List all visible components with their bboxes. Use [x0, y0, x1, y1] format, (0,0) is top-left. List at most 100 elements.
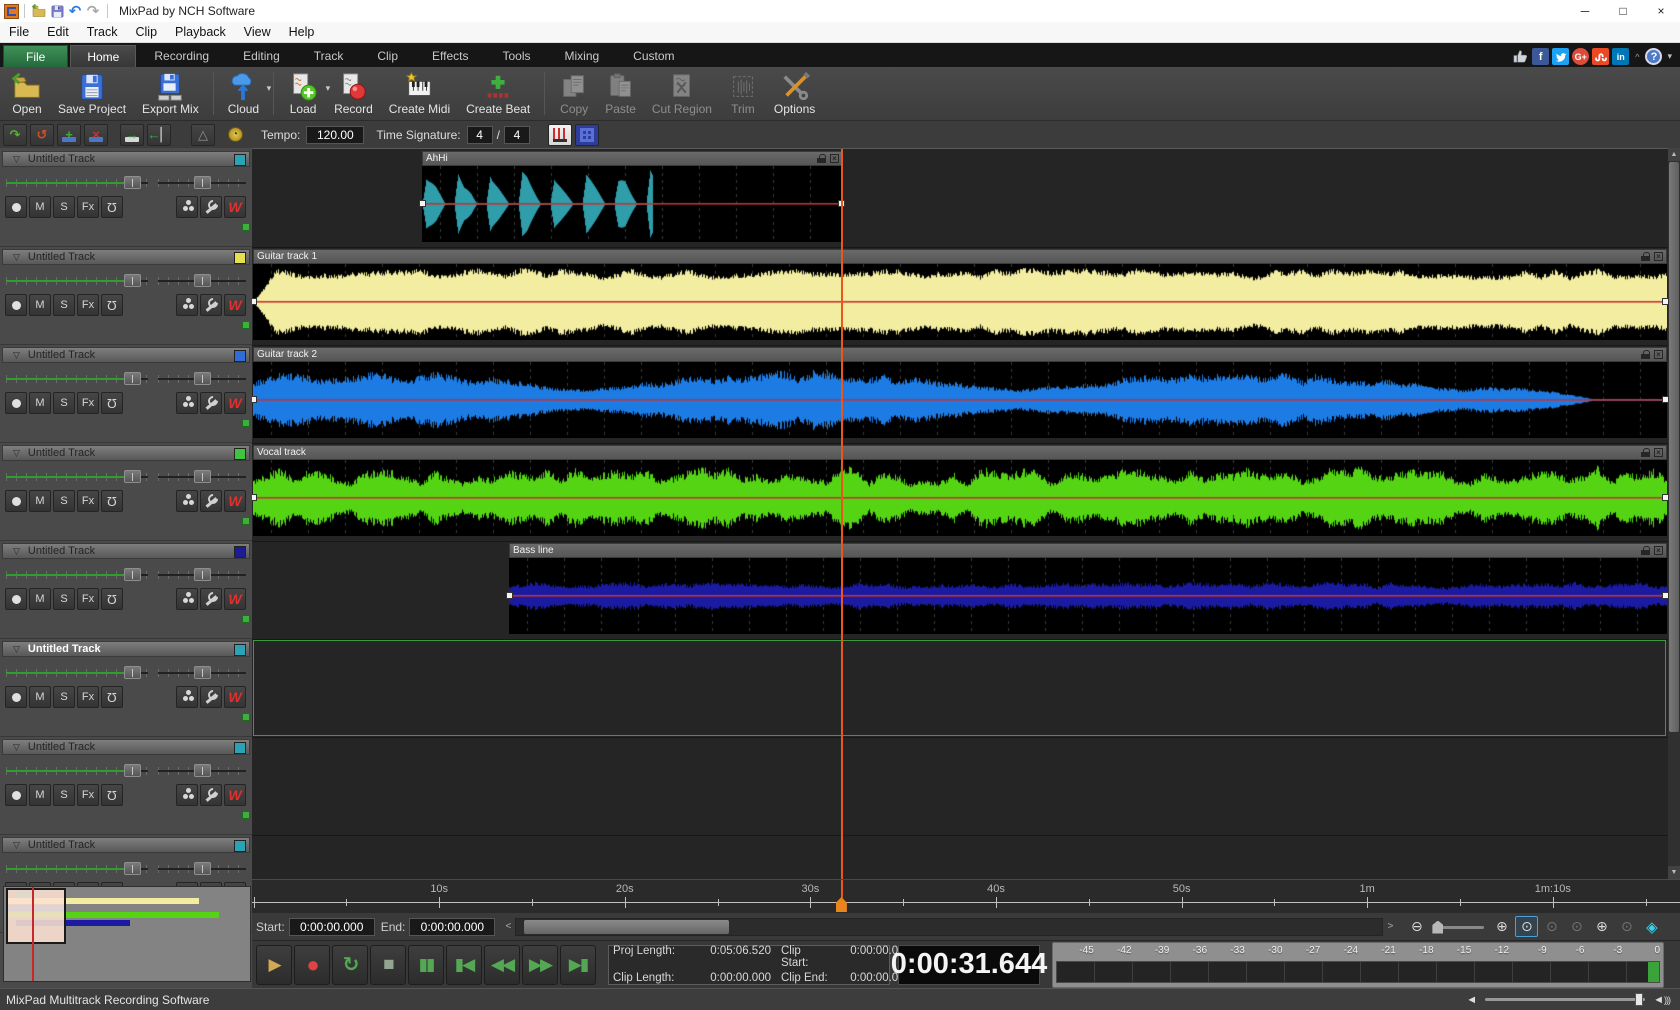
volume-slider-handle[interactable]	[124, 372, 141, 385]
menu-view[interactable]: View	[235, 23, 280, 41]
collapse-track-icon[interactable]: ▽	[13, 448, 20, 459]
pan-slider[interactable]	[158, 763, 246, 779]
go-to-end-button[interactable]: ▶▮	[560, 945, 596, 985]
pan-slider-handle[interactable]	[194, 862, 211, 875]
headphones-button[interactable]: Ω	[101, 588, 123, 610]
vertical-scrollbar[interactable]: ▲ ▼	[1668, 148, 1680, 879]
create-beat-button[interactable]: Create Beat	[458, 69, 538, 118]
envelope-handle-left[interactable]	[506, 592, 513, 599]
pan-slider-handle[interactable]	[194, 666, 211, 679]
fx-button[interactable]: Fx	[77, 392, 99, 414]
volume-slider-handle[interactable]	[124, 568, 141, 581]
record-button[interactable]: Record	[326, 69, 381, 118]
timesig-denominator-input[interactable]: 4	[504, 126, 530, 144]
track-settings-icon[interactable]	[176, 392, 198, 414]
fx-button[interactable]: Fx	[77, 686, 99, 708]
stop-button[interactable]: ■	[370, 945, 406, 985]
menu-help[interactable]: Help	[280, 23, 324, 41]
clip-header[interactable]: AhHi×	[422, 151, 843, 166]
clip-header[interactable]: Guitar track 1×	[253, 249, 1667, 264]
zoom-project-button[interactable]: ⊕	[1590, 916, 1613, 937]
track-tools-icon[interactable]	[200, 588, 222, 610]
split-clip-button[interactable]: →	[120, 124, 144, 146]
timeline-ruler[interactable]: 10s20s30s40s50s1m1m:10s	[252, 879, 1680, 912]
track-waveform-icon[interactable]: W	[224, 686, 246, 708]
delete-track-button[interactable]: ×	[84, 124, 108, 146]
volume-slider[interactable]	[6, 273, 148, 289]
track-waveform-icon[interactable]: W	[224, 784, 246, 806]
tab-recording[interactable]: Recording	[138, 45, 225, 67]
scroll-right-icon[interactable]: >	[1383, 918, 1397, 936]
record-arm-button[interactable]	[5, 490, 27, 512]
headphones-button[interactable]: Ω	[101, 392, 123, 414]
pan-slider-handle[interactable]	[194, 372, 211, 385]
quick-save-icon[interactable]	[48, 2, 66, 20]
track-header[interactable]: ▽Untitled Track	[2, 445, 250, 461]
pan-slider[interactable]	[158, 469, 246, 485]
solo-button[interactable]: S	[53, 784, 75, 806]
track-header[interactable]: ▽Untitled Track	[2, 837, 250, 853]
zoom-out-button[interactable]: ⊖	[1405, 916, 1428, 937]
track-color-swatch[interactable]	[234, 742, 246, 754]
fast-forward-button[interactable]: ▶▶	[522, 945, 558, 985]
menu-clip[interactable]: Clip	[127, 23, 167, 41]
solo-button[interactable]: S	[53, 392, 75, 414]
volume-slider-handle[interactable]	[124, 470, 141, 483]
grid-view-button[interactable]	[575, 124, 599, 146]
help-icon[interactable]: ?	[1645, 48, 1662, 65]
fx-button[interactable]: Fx	[77, 294, 99, 316]
volume-slider[interactable]	[6, 665, 148, 681]
collapse-track-icon[interactable]: ▽	[13, 252, 20, 263]
pan-slider[interactable]	[158, 861, 246, 877]
collapse-ribbon-icon[interactable]: ^	[1635, 52, 1639, 62]
collapse-track-icon[interactable]: ▽	[13, 742, 20, 753]
scroll-up-icon[interactable]: ▲	[1668, 148, 1680, 161]
volume-slider-handle[interactable]	[124, 862, 141, 875]
playhead-marker[interactable]	[836, 897, 847, 912]
tab-custom[interactable]: Custom	[617, 45, 690, 67]
clip-header[interactable]: Vocal track×	[253, 445, 1667, 460]
vertical-scroll-thumb[interactable]	[1669, 162, 1679, 732]
solo-button[interactable]: S	[53, 588, 75, 610]
clip-lock-icon[interactable]	[817, 154, 826, 163]
clip-guitar-track-1[interactable]: Guitar track 1×	[253, 249, 1667, 340]
clip-close-icon[interactable]: ×	[1654, 252, 1663, 261]
solo-button[interactable]: S	[53, 686, 75, 708]
collapse-track-icon[interactable]: ▽	[13, 154, 20, 165]
tab-editing[interactable]: Editing	[227, 45, 296, 67]
speaker-icon[interactable]: ◄)))	[1653, 994, 1670, 1006]
envelope-handle-left[interactable]	[252, 494, 257, 501]
tab-effects[interactable]: Effects	[416, 45, 484, 67]
track-header[interactable]: ▽Untitled Track	[2, 641, 250, 657]
tab-track[interactable]: Track	[298, 45, 360, 67]
record-button[interactable]: ●	[294, 945, 330, 985]
clip-header[interactable]: Guitar track 2×	[253, 347, 1667, 362]
track-waveform-icon[interactable]: W	[224, 196, 246, 218]
headphones-button[interactable]: Ω	[101, 490, 123, 512]
options-button[interactable]: Options	[766, 69, 823, 118]
quick-undo-icon[interactable]: ↶	[66, 2, 84, 20]
trim-start-button[interactable]: ←▏	[147, 124, 171, 146]
track-color-swatch[interactable]	[234, 546, 246, 558]
pan-slider[interactable]	[158, 665, 246, 681]
track-settings-icon[interactable]	[176, 588, 198, 610]
track-color-swatch[interactable]	[234, 350, 246, 362]
export-mix-button[interactable]: Export Mix	[134, 69, 207, 118]
like-icon[interactable]	[1512, 48, 1529, 65]
track-settings-icon[interactable]	[176, 294, 198, 316]
clip-close-icon[interactable]: ×	[1654, 448, 1663, 457]
volume-slider-handle[interactable]	[124, 764, 141, 777]
mute-button[interactable]: M	[29, 392, 51, 414]
record-arm-button[interactable]	[5, 686, 27, 708]
track-tools-icon[interactable]	[200, 490, 222, 512]
zoom-fit-all-button[interactable]: ◈	[1640, 916, 1663, 937]
solo-button[interactable]: S	[53, 196, 75, 218]
app-logo-icon[interactable]	[4, 4, 19, 19]
headphones-button[interactable]: Ω	[101, 686, 123, 708]
volume-slider[interactable]	[6, 861, 148, 877]
clip-close-icon[interactable]: ×	[830, 154, 839, 163]
pan-slider[interactable]	[158, 567, 246, 583]
clip-close-icon[interactable]: ×	[1654, 546, 1663, 555]
pan-slider-handle[interactable]	[194, 274, 211, 287]
googleplus-icon[interactable]: G+	[1572, 48, 1589, 65]
